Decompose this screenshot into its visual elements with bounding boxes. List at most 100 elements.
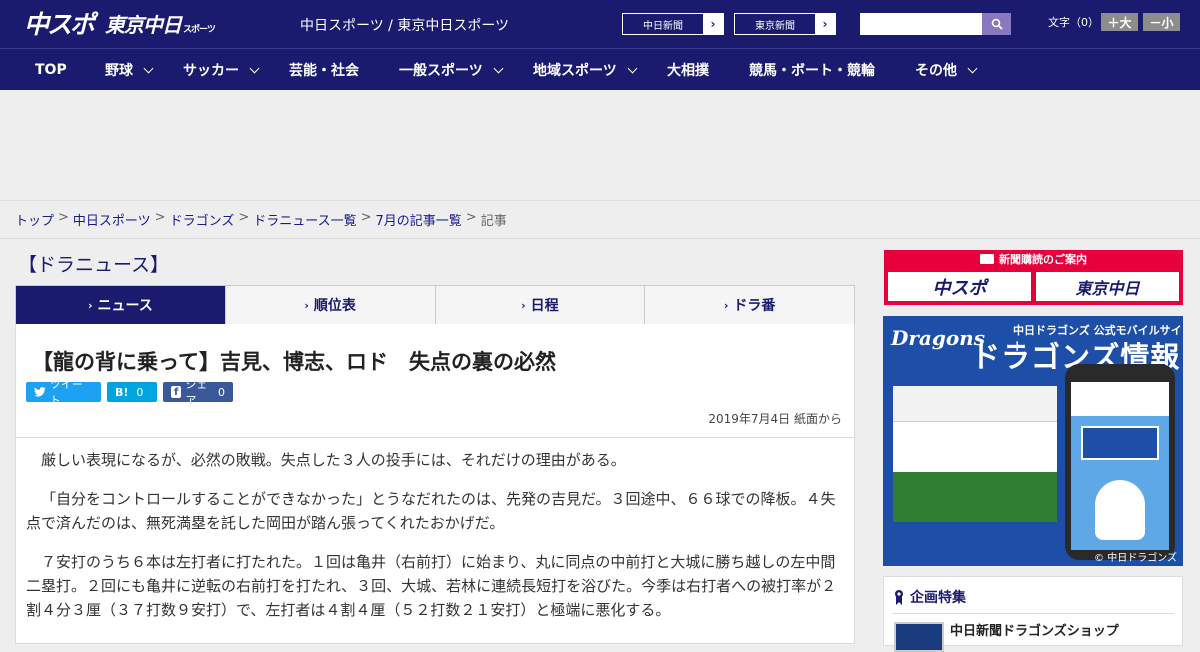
chevron-right-icon: › [304, 298, 309, 312]
chunichi-shimbun-link[interactable]: 中日新聞 › [622, 13, 724, 35]
nav-item-racing[interactable]: 競馬・ボート・競輪 [749, 49, 875, 91]
breadcrumb-link-top[interactable]: トップ [15, 210, 54, 229]
breadcrumb-sep: > [238, 210, 250, 225]
tab-label: 日程 [530, 298, 559, 314]
breadcrumb-link-chunichi-sports[interactable]: 中日スポーツ [73, 210, 151, 229]
font-size-decrease-button[interactable]: －小 [1143, 13, 1180, 31]
banner-copyright: © 中日ドラゴンズ [1094, 553, 1177, 564]
chevron-right-icon: › [703, 14, 723, 34]
facebook-share-label: シェア [185, 378, 208, 407]
screen-header-bar [893, 372, 1057, 386]
subscribe-banner[interactable]: 新聞購読のご案内 中スポ 東京中日 [884, 250, 1183, 305]
hatena-icon: B! [115, 385, 129, 399]
chevron-down-icon [627, 63, 638, 73]
banner-game-screen-image [893, 372, 1057, 552]
dragons-mobile-banner[interactable]: Dragons 中日ドラゴンズ 公式モバイルサイト ドラゴンズ情報 © 中日ドラ… [883, 316, 1183, 566]
subscribe-head: 新聞購読のご案内 [884, 250, 1183, 268]
nav-label: TOP [35, 62, 67, 78]
tab-standings[interactable]: › 順位表 [226, 286, 436, 324]
nav-item-top[interactable]: TOP [35, 49, 67, 91]
twitter-icon [34, 387, 46, 397]
chevron-right-icon: › [521, 298, 526, 312]
nav-item-sumo[interactable]: 大相撲 [667, 49, 709, 91]
breadcrumb-divider [0, 238, 1200, 239]
logo-sub-text: 東京中日 [105, 12, 182, 37]
site-title[interactable]: 中日スポーツ / 東京中日スポーツ [300, 15, 509, 35]
search-input[interactable] [860, 13, 983, 35]
phone-image [1065, 364, 1175, 560]
tweet-button[interactable]: ツイート [26, 378, 101, 407]
scoreboard-image [893, 386, 1057, 422]
members-badge-image [1081, 426, 1159, 460]
nav-item-entertainment[interactable]: 芸能・社会 [289, 49, 359, 91]
main-nav: TOP 野球 サッカー 芸能・社会 一般スポーツ 地域スポーツ 大相撲 競馬・ボ… [0, 48, 1200, 90]
subscribe-chuspo[interactable]: 中スポ [888, 272, 1031, 301]
chevron-down-icon [967, 63, 978, 73]
chevron-down-icon [493, 63, 504, 73]
nav-label: その他 [915, 63, 957, 79]
breadcrumb-link-july-list[interactable]: 7月の記事一覧 [376, 210, 462, 229]
hatena-bookmark-button[interactable]: B! 0 [107, 382, 157, 402]
logo-chuspo: 中スポ [24, 10, 95, 39]
subscribe-head-label: 新聞購読のご案内 [999, 253, 1087, 266]
tab-label: ニュース [97, 298, 153, 314]
logo-tokyo-chunichi: 東京中日 スポーツ [105, 9, 216, 38]
breadcrumb-link-dragons[interactable]: ドラゴンズ [170, 210, 235, 229]
breadcrumb: トップ > 中日スポーツ > ドラゴンズ > ドラニュース一覧 > 7月の記事一… [15, 210, 507, 229]
facebook-share-button[interactable]: f シェア 0 [163, 378, 233, 407]
nav-label: 地域スポーツ [533, 63, 617, 79]
tokyo-shimbun-label: 東京新聞 [755, 20, 795, 32]
article-body: 厳しい表現になるが、必然の敗戦。失点した３人の投手には、それだけの理由がある。 … [26, 448, 848, 637]
section-title: 【ドラニュース】 [18, 254, 170, 276]
tab-news[interactable]: › ニュース [16, 286, 226, 332]
chunichi-shimbun-label: 中日新聞 [643, 20, 683, 32]
nav-item-general-sports[interactable]: 一般スポーツ [399, 49, 504, 91]
ribbon-icon [895, 590, 903, 605]
nav-item-soccer[interactable]: サッカー [183, 49, 260, 91]
nav-label: 大相撲 [667, 63, 709, 79]
font-size-label: 文字（0） [1048, 16, 1099, 29]
field-image [893, 472, 1057, 522]
breadcrumb-sep: > [360, 210, 372, 225]
breadcrumb-sep: > [58, 210, 69, 225]
feature-title-label: 企画特集 [910, 590, 966, 606]
share-buttons: ツイート B! 0 f シェア 0 [26, 378, 233, 407]
newspaper-icon [980, 254, 994, 264]
mascot-image [1095, 480, 1145, 540]
search-icon [991, 18, 1003, 30]
nav-item-baseball[interactable]: 野球 [105, 49, 154, 91]
facebook-share-count: 0 [218, 385, 225, 399]
tab-schedule[interactable]: › 日程 [436, 286, 646, 324]
article-divider [16, 437, 854, 438]
feature-thumbnail[interactable] [894, 622, 944, 652]
nav-item-other[interactable]: その他 [915, 49, 978, 91]
search-button[interactable] [982, 13, 1011, 35]
subscribe-tokyo-chunichi[interactable]: 東京中日 [1036, 272, 1179, 301]
article: 【龍の背に乗って】吉見、博志、ロド 失点の裏の必然 ツイート B! 0 f シェ… [15, 324, 855, 644]
nav-label: サッカー [183, 63, 239, 79]
screen-menu-bar [893, 522, 1057, 552]
article-date: 2019年7月4日 紙面から [708, 412, 842, 426]
tab-label: ドラ番 [733, 298, 776, 314]
article-paragraph: 厳しい表現になるが、必然の敗戦。失点した３人の投手には、それだけの理由がある。 [41, 451, 626, 469]
tab-reporter[interactable]: › ドラ番 [645, 286, 854, 324]
tokyo-shimbun-link[interactable]: 東京新聞 › [734, 13, 836, 35]
nav-label: 競馬・ボート・競輪 [749, 63, 875, 79]
site-header: 中スポ 東京中日 スポーツ 中日スポーツ / 東京中日スポーツ 中日新聞 › 東京… [0, 0, 1200, 48]
phone-header-image [1071, 382, 1169, 416]
logo-sub-small: スポーツ [183, 24, 216, 35]
breadcrumb-sep: > [465, 210, 477, 225]
feature-box: 企画特集 中日新聞ドラゴンズショップ [883, 576, 1183, 652]
hatena-count: 0 [136, 385, 144, 399]
tweet-label: ツイート [49, 378, 83, 407]
font-size-increase-button[interactable]: ＋大 [1101, 13, 1138, 31]
nav-label: 芸能・社会 [289, 63, 359, 79]
breadcrumb-link-dranews-list[interactable]: ドラニュース一覧 [253, 210, 356, 229]
breadcrumb-current: 記事 [480, 214, 507, 229]
article-title: 【龍の背に乗って】吉見、博志、ロド 失点の裏の必然 [32, 350, 556, 374]
breadcrumb-sep: > [154, 210, 166, 225]
phone-screen-image [1071, 382, 1169, 550]
site-logo[interactable]: 中スポ 東京中日 スポーツ [24, 8, 216, 39]
article-paragraph: ７安打のうち６本は左打者に打たれた。１回は亀井（右前打）に始まり、丸に同点の中前… [26, 553, 837, 619]
nav-item-local-sports[interactable]: 地域スポーツ [533, 49, 638, 91]
